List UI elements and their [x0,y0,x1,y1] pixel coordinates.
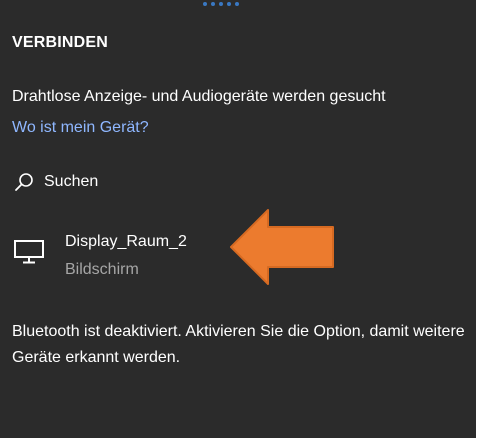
search-label: Suchen [44,173,99,190]
connect-panel: VERBINDEN Drahtlose Anzeige- und Audioge… [0,0,479,441]
drag-dot [203,2,207,6]
panel-title: VERBINDEN [12,34,109,51]
bluetooth-status-text: Bluetooth ist deaktiviert. Aktivieren Si… [12,323,465,366]
drag-dot [235,2,239,6]
device-name: Display_Raum_2 [65,233,187,250]
arrow-annotation [230,209,334,285]
search-icon [15,173,33,191]
drag-dot [219,2,223,6]
device-item[interactable]: Display_Raum_2 Bildschirm [14,233,224,285]
device-type: Bildschirm [65,261,139,278]
search-button[interactable]: Suchen [14,172,98,192]
searching-status-text: Drahtlose Anzeige- und Audiogeräte werde… [12,88,386,105]
drag-dot [211,2,215,6]
drag-dot [227,2,231,6]
drag-handle[interactable] [203,2,239,6]
where-is-my-device-link[interactable]: Wo ist mein Gerät? [12,119,149,137]
monitor-icon [14,240,44,264]
